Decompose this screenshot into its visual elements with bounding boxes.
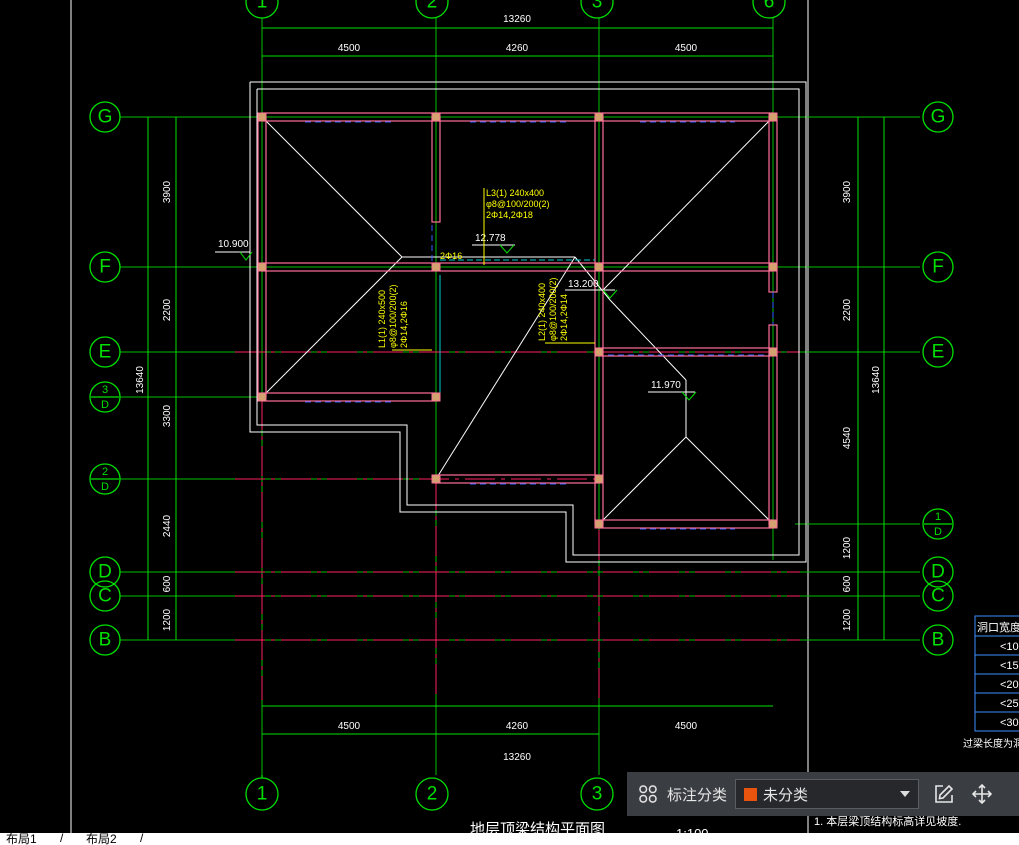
legend-row-5: <30	[1000, 717, 1019, 729]
svg-text:D: D	[98, 562, 112, 583]
svg-text:1: 1	[935, 511, 941, 523]
lintel-legend-table: 洞口宽度(m <10 <15 <20 <25 <30 过梁长度为洞口	[963, 615, 1019, 750]
dim-top-span-1: 4500	[338, 43, 361, 54]
svg-text:G: G	[931, 107, 946, 128]
legend-row-4: <25	[1000, 698, 1019, 710]
svg-text:3: 3	[592, 784, 603, 805]
edit-icon	[935, 784, 954, 803]
tab-layout-2[interactable]: 布局2	[86, 833, 117, 845]
svg-text:6: 6	[764, 0, 775, 13]
svg-text:C: C	[98, 586, 112, 607]
legend-header: 洞口宽度(m	[977, 620, 1019, 634]
dim-right-span-1: 3900	[842, 180, 853, 203]
svg-text:D: D	[101, 481, 109, 493]
legend-row-3: <20	[1000, 679, 1019, 691]
dim-right-span-6: 1200	[842, 608, 853, 631]
dim-top-total: 13260	[503, 14, 531, 25]
svg-text:3: 3	[102, 384, 108, 396]
svg-text:E: E	[99, 342, 112, 363]
svg-text:G: G	[98, 107, 113, 128]
dim-left-span-6: 1200	[162, 608, 173, 631]
svg-text:3: 3	[592, 0, 603, 13]
dim-left-span-5: 600	[162, 575, 173, 592]
legend-row-2: <15	[1000, 660, 1019, 672]
chevron-down-icon	[900, 791, 911, 797]
annotation-category-select[interactable]: 未分类	[735, 779, 920, 809]
dim-left-span-2: 2200	[162, 298, 173, 321]
beam-l1-line-1: L1(1) 240x500	[377, 290, 387, 348]
legend-note: 过梁长度为洞口	[963, 737, 1019, 750]
svg-text:1: 1	[257, 0, 268, 13]
svg-text:2: 2	[427, 0, 438, 13]
svg-text:1: 1	[257, 784, 268, 805]
dim-bottom-span-3: 4500	[675, 721, 698, 732]
dim-bottom-span-1: 4500	[338, 721, 361, 732]
dim-right-span-3: 4540	[842, 426, 853, 449]
category-color-swatch	[744, 787, 758, 801]
dim-left-span-3: 3300	[162, 404, 173, 427]
roof-outline	[249, 81, 807, 563]
cad-drawing-canvas[interactable]: 13260 4500 4260 4500 4500 4260 4500 1326…	[0, 0, 1019, 845]
tab-separator: /	[60, 833, 64, 845]
axis-bubbles-right: G F E 1 D D C B	[922, 101, 954, 656]
move-icon	[971, 783, 993, 805]
beam-annotations: L3(1) 240x400 φ8@100/200(2) 2Φ14,2Φ18 2Φ…	[377, 188, 595, 351]
dim-bottom-total: 13260	[503, 752, 531, 763]
elevation-label-3: 13.200	[568, 279, 599, 290]
annotation-category-toolbar: 标注分类 未分类	[627, 772, 1019, 816]
dim-left-span-1: 3900	[162, 180, 173, 203]
edit-button[interactable]	[929, 779, 959, 809]
axis-bubbles-left: G F E 3 D 2 D D C B	[89, 101, 121, 656]
dim-bottom-span-2: 4260	[506, 721, 529, 732]
svg-text:E: E	[932, 342, 945, 363]
svg-text:C: C	[931, 586, 945, 607]
elevation-label-1: 10.900	[218, 239, 249, 250]
beam-l3-line-2: φ8@100/200(2)	[486, 199, 550, 209]
drawing-footnote: 1. 本层梁顶结构标高详见坡度.	[814, 814, 961, 828]
beam-l2-line-2: φ8@100/200(2)	[548, 277, 558, 341]
svg-text:F: F	[932, 257, 944, 278]
axis-bubbles-bottom: 1 2 3	[245, 775, 614, 811]
dim-left-total: 13640	[135, 366, 146, 394]
tab-separator: /	[140, 833, 144, 845]
svg-text:D: D	[934, 526, 942, 538]
move-toolbar-button[interactable]	[967, 779, 997, 809]
dim-left-span-4: 2440	[162, 514, 173, 537]
elevation-label-4: 11.970	[651, 380, 681, 391]
vertical-axis-lines	[261, 18, 774, 775]
dim-right-span-5: 600	[842, 575, 853, 592]
dim-top-span-2: 4260	[506, 43, 529, 54]
svg-text:B: B	[99, 630, 112, 651]
svg-text:F: F	[99, 257, 111, 278]
beam-l1-line-2: φ8@100/200(2)	[388, 284, 398, 348]
columns	[257, 112, 778, 529]
beam-l3-line-3: 2Φ14,2Φ18	[486, 210, 533, 220]
svg-text:2: 2	[427, 784, 438, 805]
legend-row-1: <10	[1000, 641, 1019, 653]
layout-tab-bar: 布局1 / 布局2 /	[0, 833, 1019, 845]
elevation-label-2: 12.778	[475, 233, 506, 244]
svg-text:D: D	[931, 562, 945, 583]
beams	[257, 112, 778, 529]
annotation-category-label: 标注分类	[667, 786, 728, 804]
dim-right-total: 13640	[871, 366, 882, 394]
beam-tag: 2Φ16	[440, 251, 462, 261]
grid-view-button[interactable]	[633, 779, 663, 809]
beam-l2-line-3: 2Φ14,2Φ14	[559, 294, 569, 341]
category-selected-value: 未分类	[763, 786, 809, 804]
svg-text:B: B	[932, 630, 945, 651]
beam-l2-line-1: L2(1) 240x400	[537, 283, 547, 341]
dim-right-span-2: 2200	[842, 298, 853, 321]
tab-layout-1[interactable]: 布局1	[6, 833, 37, 845]
beam-l3-line-1: L3(1) 240x400	[486, 188, 544, 198]
grid-icon	[639, 785, 657, 803]
dim-top-span-3: 4500	[675, 43, 698, 54]
dim-right-span-4: 1200	[842, 536, 853, 559]
svg-text:2: 2	[102, 466, 108, 478]
svg-text:D: D	[101, 399, 109, 411]
beam-l1-line-3: 2Φ14,2Φ16	[399, 301, 409, 348]
